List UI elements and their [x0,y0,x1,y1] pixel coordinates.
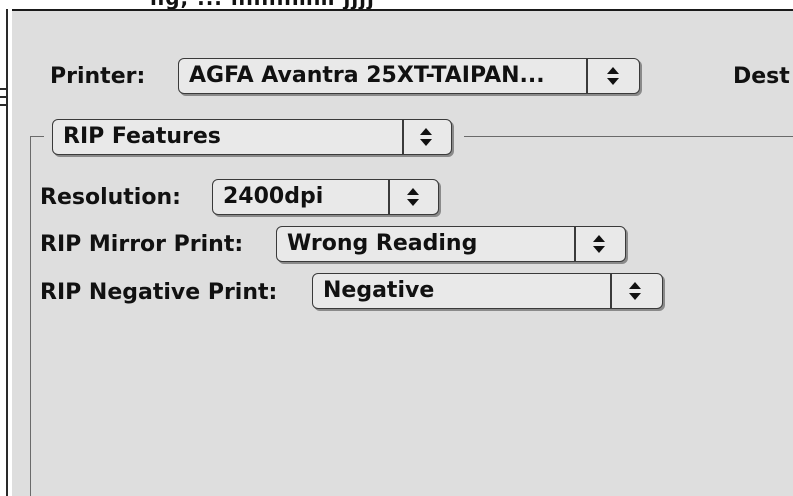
up-down-arrows-icon [593,235,605,253]
mirror-print-label: RIP Mirror Print: [40,232,244,257]
resolution-label: Resolution: [40,185,181,210]
up-down-arrows-icon [629,282,641,300]
mirror-print-popup-value: Wrong Reading [287,231,478,256]
edge-tick [0,96,8,98]
resolution-popup-value: 2400dpi [223,184,324,209]
edge-tick [0,88,8,90]
mirror-print-popup[interactable]: Wrong Reading [276,226,626,262]
popup-divider [574,227,576,261]
panel-menu-popup[interactable]: RIP Features [52,119,452,155]
printer-popup[interactable]: AGFA Avantra 25XT-TAIPAN... [178,58,640,94]
edge-tick [0,104,8,106]
panel-menu-value: RIP Features [63,124,221,149]
dialog-left-edge [6,9,8,496]
destination-label: Dest [733,64,790,89]
popup-divider [388,180,390,214]
popup-divider [402,120,404,154]
up-down-arrows-icon [420,128,432,146]
negative-print-popup-value: Negative [323,278,435,303]
up-down-arrows-icon [407,188,419,206]
popup-divider [610,274,612,308]
printer-label: Printer: [50,64,146,89]
up-down-arrows-icon [607,67,619,85]
negative-print-popup[interactable]: Negative [312,273,663,309]
negative-print-label: RIP Negative Print: [40,280,278,305]
dialog-top-border [12,9,793,11]
popup-divider [586,59,588,93]
printer-popup-value: AGFA Avantra 25XT-TAIPAN... [189,63,545,88]
resolution-popup[interactable]: 2400dpi [212,179,439,215]
